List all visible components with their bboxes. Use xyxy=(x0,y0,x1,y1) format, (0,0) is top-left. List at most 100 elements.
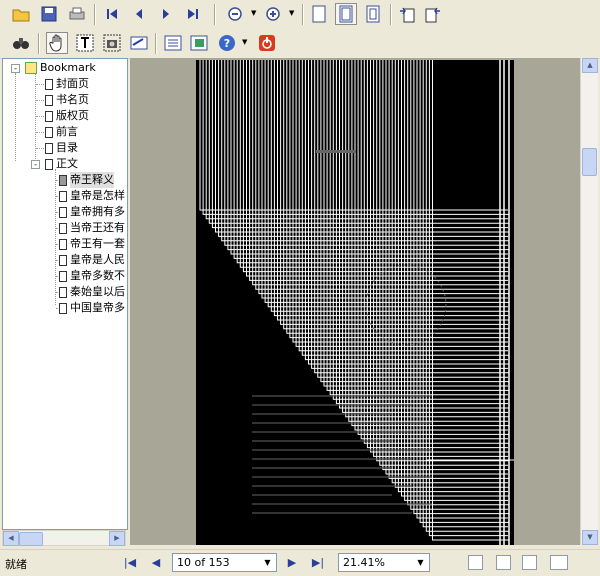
power-exit-icon[interactable] xyxy=(256,32,278,54)
main-toolbar: ▼ ▼ xyxy=(0,0,600,30)
tree-item[interactable]: 皇帝是人民 xyxy=(59,252,125,268)
scroll-down-icon[interactable]: ▼ xyxy=(582,530,598,545)
document-page xyxy=(196,60,514,545)
snapshot-icon[interactable] xyxy=(101,32,123,54)
tree-item-label: 中国皇帝多 xyxy=(70,301,125,314)
tree-item[interactable]: 中国皇帝多 xyxy=(59,300,125,316)
scroll-right-icon[interactable]: ▶ xyxy=(109,531,125,546)
ghost-text-line xyxy=(252,467,392,469)
tree-item-label: 当帝王还有 xyxy=(70,221,125,234)
prev-page-icon[interactable]: ◀ xyxy=(148,555,164,571)
tree-item-label: 皇帝多数不 xyxy=(70,269,125,282)
fit-page-icon[interactable] xyxy=(362,3,384,25)
tree-item[interactable]: 正文 xyxy=(45,156,78,172)
bookmark-tree: - Bookmark 封面页 书名页 版权页 前言 目录 - 正文 帝王释义 皇帝是怎样 皇帝拥有… xyxy=(2,58,128,530)
bookmark-book-icon xyxy=(25,62,37,74)
collapse-toggle[interactable]: - xyxy=(11,64,20,73)
rotate-right-icon[interactable] xyxy=(422,3,444,25)
facing-view-icon[interactable] xyxy=(522,555,537,570)
page-icon xyxy=(59,286,67,298)
scroll-thumb[interactable] xyxy=(582,148,597,176)
highlight-icon[interactable] xyxy=(128,32,150,54)
help-icon[interactable]: ? xyxy=(216,32,238,54)
tree-item-label: 封面页 xyxy=(56,77,89,90)
sidebar-horizontal-scrollbar[interactable]: ◀ ▶ xyxy=(2,530,126,546)
page-icon xyxy=(59,254,67,266)
open-folder-icon[interactable] xyxy=(10,3,32,25)
ghost-text-line xyxy=(252,458,412,460)
scroll-up-icon[interactable]: ▲ xyxy=(582,58,598,73)
tree-item[interactable]: 皇帝是怎样 xyxy=(59,188,125,204)
find-binoculars-icon[interactable] xyxy=(10,32,32,54)
ghost-text-line xyxy=(252,449,432,451)
print-icon[interactable] xyxy=(66,3,88,25)
page-icon xyxy=(59,174,67,186)
tree-item[interactable]: 目录 xyxy=(45,140,78,156)
tree-item[interactable]: 封面页 xyxy=(45,76,89,92)
vertical-scrollbar[interactable]: ▲ ▼ xyxy=(580,58,598,545)
tree-item[interactable]: 前言 xyxy=(45,124,78,140)
page-icon xyxy=(59,206,67,218)
zoom-out-icon[interactable] xyxy=(224,3,246,25)
tree-item[interactable]: 皇帝多数不 xyxy=(59,268,125,284)
ghost-text-line xyxy=(252,440,392,442)
first-page-icon[interactable]: |◀ xyxy=(122,555,138,571)
thumbnail-panel-icon[interactable] xyxy=(188,32,210,54)
scroll-left-icon[interactable]: ◀ xyxy=(3,531,19,546)
first-page-icon[interactable] xyxy=(101,3,123,25)
tree-item[interactable]: 帝王释义 xyxy=(59,172,114,188)
single-page-icon[interactable] xyxy=(308,3,330,25)
tree-item-label: 皇帝是人民 xyxy=(70,253,125,266)
last-page-icon[interactable] xyxy=(182,3,204,25)
tree-item[interactable]: 书名页 xyxy=(45,92,89,108)
last-page-icon[interactable]: ▶| xyxy=(310,555,326,571)
chevron-down-icon[interactable]: ▼ xyxy=(260,555,275,570)
tree-item[interactable]: 帝王有一套 xyxy=(59,236,125,252)
tree-item-label: 正文 xyxy=(56,157,78,170)
status-bar: 就绪 |◀ ◀ 10 of 153 ▼ ▶ ▶| 21.41% ▼ xyxy=(0,549,600,576)
scroll-thumb[interactable] xyxy=(19,532,43,546)
page-icon xyxy=(59,190,67,202)
chevron-down-icon[interactable]: ▼ xyxy=(251,9,256,17)
tree-item[interactable]: 秦始皇以后 xyxy=(59,284,125,300)
next-page-icon[interactable]: ▶ xyxy=(284,555,300,571)
ghost-text-line xyxy=(252,512,412,514)
ghost-text-line xyxy=(252,494,392,496)
text-select-icon[interactable] xyxy=(74,32,96,54)
document-viewport[interactable] xyxy=(130,58,580,545)
tree-item[interactable]: 当帝王还有 xyxy=(59,220,125,236)
zoom-field[interactable]: 21.41% ▼ xyxy=(338,553,430,572)
fit-width-icon[interactable] xyxy=(335,3,357,25)
tree-item-label: 皇帝拥有多 xyxy=(70,205,125,218)
ghost-text-line xyxy=(252,503,432,505)
page-icon xyxy=(59,270,67,282)
bookmark-panel-icon[interactable] xyxy=(162,32,184,54)
page-icon xyxy=(59,222,67,234)
chevron-down-icon[interactable]: ▼ xyxy=(242,38,247,46)
page-icon xyxy=(45,110,53,122)
status-text: 就绪 xyxy=(5,558,27,571)
chevron-down-icon[interactable]: ▼ xyxy=(413,555,428,570)
chevron-down-icon[interactable]: ▼ xyxy=(289,9,294,17)
tree-item-label: 皇帝是怎样 xyxy=(70,189,125,202)
tree-root-bookmark[interactable]: Bookmark xyxy=(25,60,96,76)
ghost-heading xyxy=(316,150,356,153)
single-view-icon[interactable] xyxy=(468,555,483,570)
hand-tool-icon[interactable] xyxy=(46,32,68,54)
tree-item[interactable]: 皇帝拥有多 xyxy=(59,204,125,220)
tree-item[interactable]: 版权页 xyxy=(45,108,89,124)
page-icon xyxy=(45,158,53,170)
next-page-icon[interactable] xyxy=(155,3,177,25)
tree-item-label: 前言 xyxy=(56,125,78,138)
prev-page-icon[interactable] xyxy=(128,3,150,25)
collapse-toggle[interactable]: - xyxy=(31,160,40,169)
page-number-field[interactable]: 10 of 153 ▼ xyxy=(172,553,277,572)
zoom-in-icon[interactable] xyxy=(262,3,284,25)
continuous-view-icon[interactable] xyxy=(496,555,511,570)
page-icon xyxy=(45,94,53,106)
rotate-left-icon[interactable] xyxy=(396,3,418,25)
continuous-facing-view-icon[interactable] xyxy=(550,555,568,570)
save-icon[interactable] xyxy=(38,3,60,25)
page-icon xyxy=(59,238,67,250)
ghost-text-line xyxy=(252,431,412,433)
